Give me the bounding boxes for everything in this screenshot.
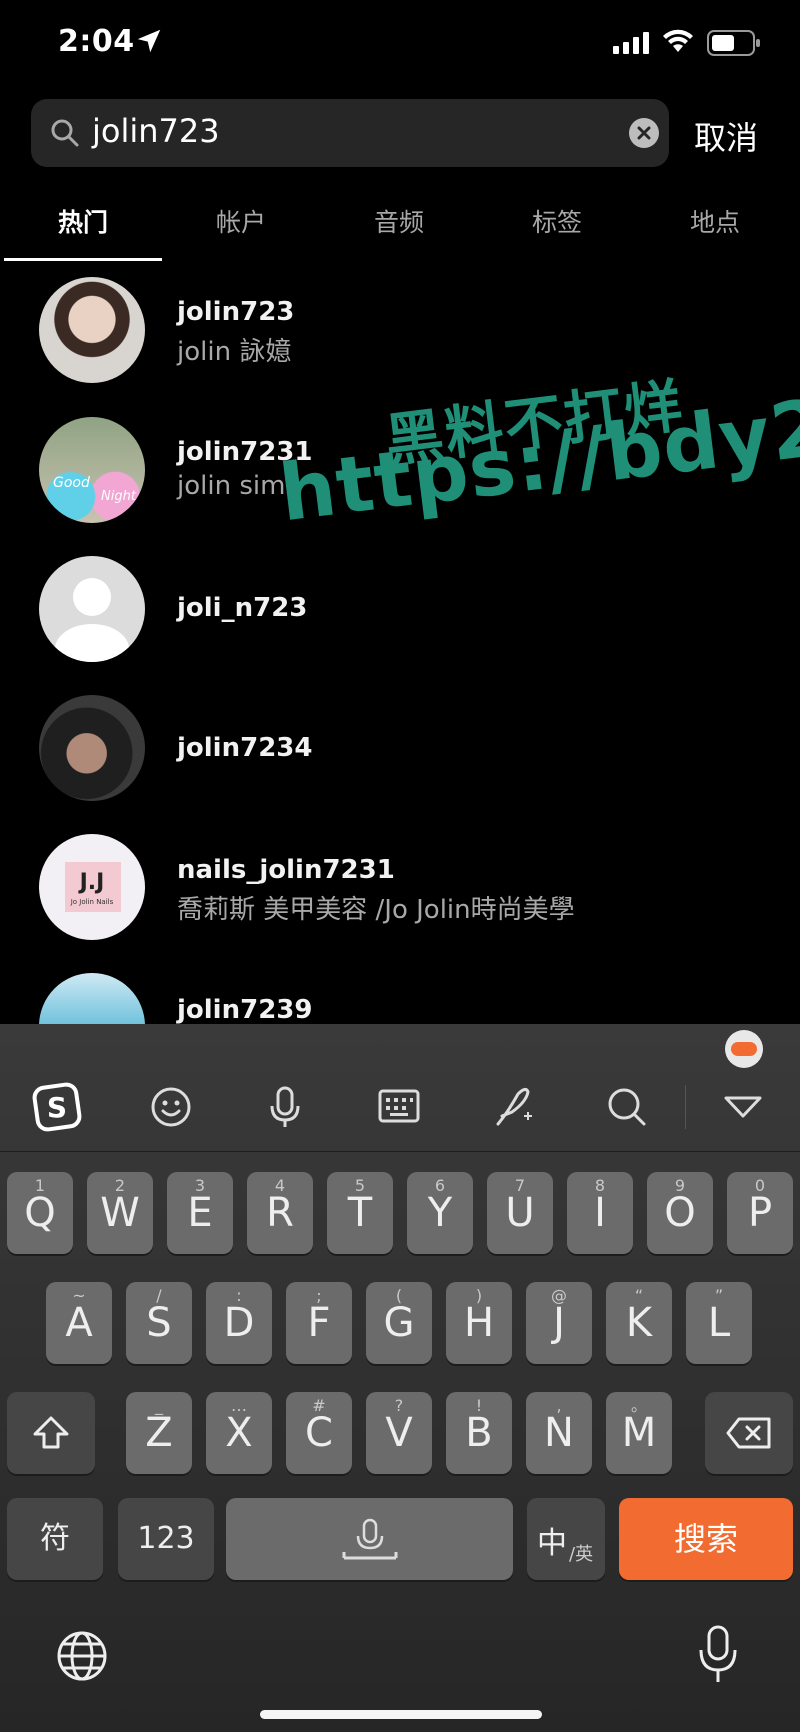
voice-input-icon[interactable] (260, 1082, 310, 1132)
key-a[interactable]: ~ A (46, 1282, 112, 1364)
svg-text:S: S (47, 1091, 67, 1124)
cancel-button[interactable]: 取消 (694, 113, 758, 159)
key-c[interactable]: # C (286, 1392, 352, 1474)
microphone-icon (342, 1518, 397, 1560)
key-u[interactable]: 7U (487, 1172, 553, 1254)
status-time: 2:04 (58, 24, 135, 59)
list-item[interactable]: jolin7234 (0, 685, 800, 823)
keyboard-layout-icon[interactable] (374, 1082, 424, 1132)
numbers-key[interactable]: 123 (118, 1498, 214, 1580)
active-tab-indicator (4, 258, 162, 261)
globe-icon[interactable] (56, 1630, 108, 1682)
clear-search-icon[interactable] (629, 118, 659, 148)
backspace-icon (726, 1417, 771, 1449)
result-username: joli_n723 (177, 593, 308, 623)
key-f[interactable]: ; F (286, 1282, 352, 1364)
search-input[interactable]: jolin723 (92, 112, 220, 150)
key-p[interactable]: 0P (727, 1172, 793, 1254)
avatar-text: Good (53, 475, 90, 491)
search-icon (51, 119, 79, 147)
shift-icon (33, 1416, 69, 1449)
key-j[interactable]: @ J (526, 1282, 592, 1364)
key-b[interactable]: ! B (446, 1392, 512, 1474)
list-item[interactable]: J.J Jo Jolin Nails nails_jolin7231 喬莉斯 美… (0, 823, 800, 961)
avatar: Good Night (39, 417, 145, 523)
avatar-text: Night (101, 489, 136, 504)
key-r[interactable]: 4R (247, 1172, 313, 1254)
key-y[interactable]: 6Y (407, 1172, 473, 1254)
toolbar-separator (685, 1085, 686, 1129)
key-i[interactable]: 8I (567, 1172, 633, 1254)
location-arrow-icon (137, 29, 161, 53)
list-item[interactable]: jolin7239 (0, 961, 800, 1024)
avatar: J.J Jo Jolin Nails (39, 834, 145, 940)
list-item[interactable]: joli_n723 (0, 547, 800, 685)
key-n[interactable]: ,N (526, 1392, 592, 1474)
tab-places[interactable]: 地点 (636, 203, 794, 239)
avatar (39, 695, 145, 801)
space-key[interactable] (226, 1498, 513, 1580)
dictation-mic-icon[interactable] (696, 1624, 740, 1686)
key-w[interactable]: 2W (87, 1172, 153, 1254)
wifi-icon (663, 29, 693, 52)
key-s[interactable]: / S (126, 1282, 192, 1364)
tab-tags[interactable]: 标签 (478, 203, 636, 239)
key-q[interactable]: 1Q (7, 1172, 73, 1254)
key-x[interactable]: … X (206, 1392, 272, 1474)
search-key[interactable]: 搜索 (619, 1498, 793, 1580)
key-k[interactable]: “K (606, 1282, 672, 1364)
battery-icon (707, 30, 760, 56)
toolbar-divider (0, 1151, 800, 1152)
key-m[interactable]: 。 M (606, 1392, 672, 1474)
result-fullname: jolin simi (177, 471, 293, 501)
tab-audio[interactable]: 音频 (320, 203, 478, 239)
key-z[interactable]: _ Z (126, 1392, 192, 1474)
shift-key[interactable] (7, 1392, 95, 1474)
key-h[interactable]: ) H (446, 1282, 512, 1364)
default-avatar (39, 556, 145, 662)
avatar (39, 277, 145, 383)
emoji-icon[interactable] (146, 1082, 196, 1132)
keyboard-search-icon[interactable] (602, 1082, 652, 1132)
symbols-key[interactable]: 符 (7, 1498, 103, 1580)
collapse-keyboard-icon[interactable] (718, 1082, 768, 1132)
key-g[interactable]: (G (366, 1282, 432, 1364)
key-t[interactable]: 5T (327, 1172, 393, 1254)
ime-mascot-icon[interactable] (725, 1030, 763, 1068)
avatar (39, 973, 145, 1024)
key-v[interactable]: ? V (366, 1392, 432, 1474)
result-username: nails_jolin7231 (177, 855, 395, 885)
result-fullname: jolin 詠嬑 (177, 337, 292, 367)
result-username: jolin723 (177, 297, 295, 327)
key-e[interactable]: 3E (167, 1172, 233, 1254)
delete-key[interactable] (705, 1392, 793, 1474)
avatar-text: J.J (79, 870, 105, 895)
home-indicator[interactable] (260, 1710, 542, 1719)
tab-accounts[interactable]: 帐户 (162, 203, 320, 239)
cellular-signal-icon (613, 32, 649, 54)
result-fullname: 喬莉斯 美甲美容 /Jo Jolin時尚美學 (177, 895, 575, 925)
key-l[interactable]: ” L (686, 1282, 752, 1364)
result-username: jolin7234 (177, 733, 313, 763)
language-toggle-key[interactable]: 中 /英 (527, 1498, 605, 1580)
result-username: jolin7239 (177, 995, 313, 1024)
sogou-logo-icon[interactable]: S (32, 1082, 82, 1132)
handwriting-icon[interactable] (488, 1082, 538, 1132)
tab-top[interactable]: 热门 (4, 203, 162, 239)
key-d[interactable]: :D (206, 1282, 272, 1364)
key-o[interactable]: 9O (647, 1172, 713, 1254)
avatar-text: Jo Jolin Nails (70, 898, 114, 906)
